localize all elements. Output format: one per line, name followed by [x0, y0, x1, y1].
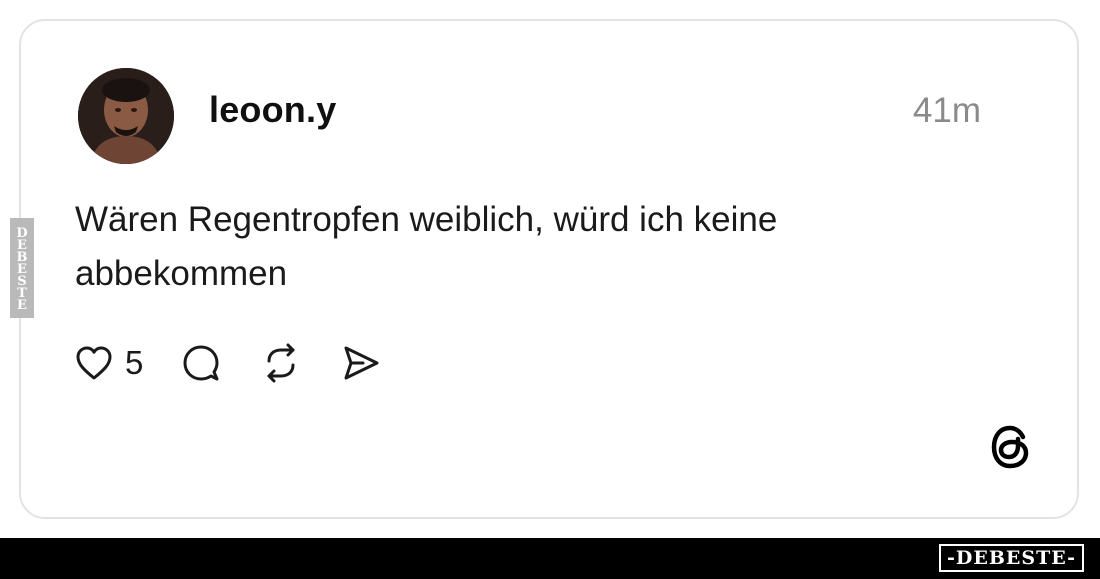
- post-text: Wären Regentropfen weiblich, würd ich ke…: [75, 200, 778, 293]
- repost-button[interactable]: [261, 343, 301, 383]
- username[interactable]: leoon.y: [209, 89, 336, 131]
- threads-logo-icon: [989, 423, 1033, 471]
- heart-icon: [76, 346, 112, 380]
- reply-button[interactable]: [181, 343, 221, 383]
- avatar[interactable]: [78, 68, 174, 164]
- like-count: 5: [125, 344, 144, 381]
- footer-bar: -DEBESTE-: [0, 538, 1100, 579]
- like-button[interactable]: 5: [75, 344, 143, 382]
- post-card: leoon.y 41m Wären Regentropfen weiblich,…: [19, 19, 1079, 519]
- footer-watermark: -DEBESTE-: [939, 544, 1084, 572]
- avatar-image: [78, 68, 174, 164]
- comment-icon: [183, 345, 219, 381]
- post-timestamp: 41m: [912, 91, 981, 130]
- repost-icon: [267, 343, 295, 383]
- share-button[interactable]: [341, 343, 381, 383]
- post-actions: 5: [75, 339, 381, 387]
- send-icon: [344, 346, 379, 380]
- side-watermark: DEBESTE: [10, 218, 34, 318]
